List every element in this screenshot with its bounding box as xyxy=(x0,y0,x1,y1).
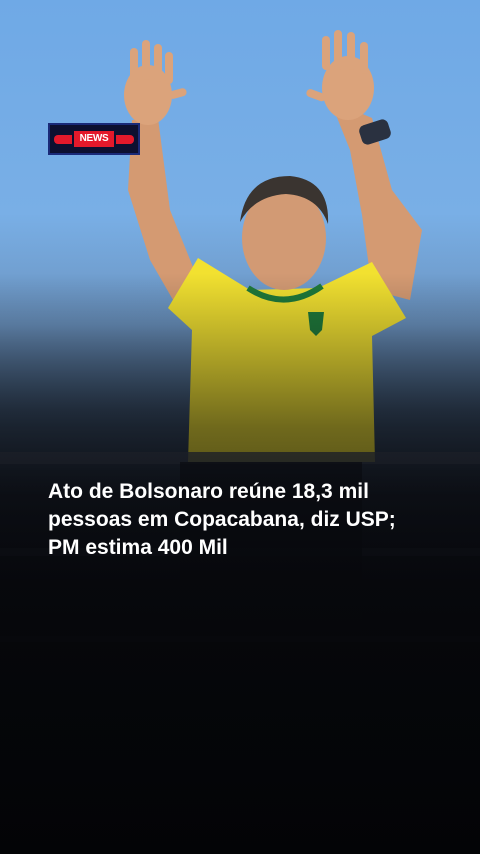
logo-stripe-left xyxy=(54,135,72,144)
logo-text: NEWS xyxy=(74,131,114,147)
video-frame[interactable]: NEWS Ato de Bolsonaro reúne 18,3 mil pes… xyxy=(0,0,480,854)
headline: Ato de Bolsonaro reúne 18,3 mil pessoas … xyxy=(48,480,396,559)
logo-stripe-right xyxy=(116,135,134,144)
news-logo: NEWS xyxy=(48,123,140,155)
